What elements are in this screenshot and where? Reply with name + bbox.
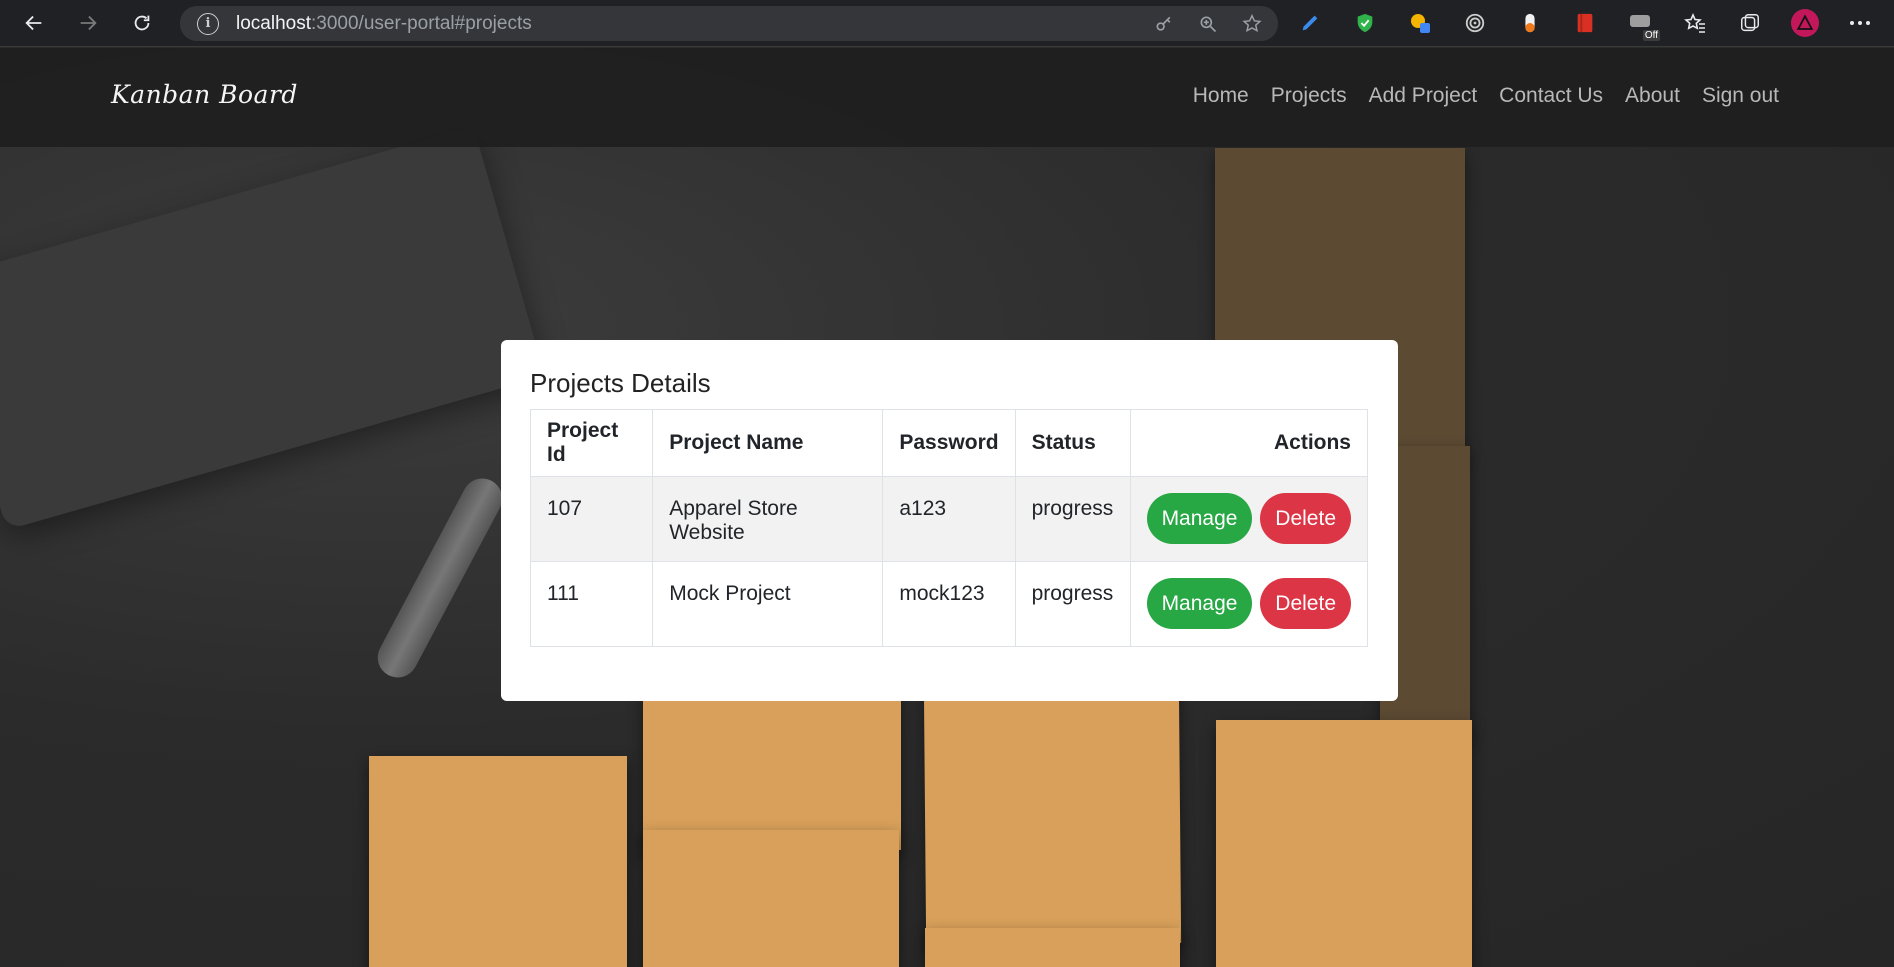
page-viewport: Kanban Board Home Projects Add Project C… (0, 48, 1894, 967)
add-favorite-icon[interactable] (1240, 12, 1264, 36)
site-navbar: Kanban Board Home Projects Add Project C… (0, 48, 1894, 147)
cell-status: progress (1014, 561, 1131, 647)
sticky-note (643, 686, 901, 850)
column-header-project-name: Project Name (652, 409, 884, 477)
back-icon[interactable] (16, 5, 52, 41)
key-icon[interactable] (1152, 12, 1176, 36)
sticky-note (923, 678, 1182, 946)
sticky-note (925, 928, 1180, 967)
nav-link-sign-out[interactable]: Sign out (1702, 84, 1779, 108)
toggle-off-extension-icon[interactable]: Off (1626, 9, 1660, 41)
nav-link-home[interactable]: Home (1193, 84, 1249, 108)
extension-off-badge: Off (1642, 30, 1660, 41)
nav-link-projects[interactable]: Projects (1271, 84, 1347, 108)
address-bar[interactable]: i localhost:3000/user-portal#projects (180, 6, 1278, 41)
browser-toolbar: i localhost:3000/user-portal#projects Of… (0, 0, 1894, 47)
projects-card: Projects Details Project Id Project Name… (501, 340, 1398, 701)
cell-actions: Manage Delete (1129, 561, 1369, 647)
column-header-password: Password (882, 409, 1016, 477)
capsule-extension-icon[interactable] (1516, 9, 1544, 37)
cell-password: a123 (882, 476, 1016, 562)
url-text: localhost:3000/user-portal#projects (236, 12, 532, 34)
manage-button[interactable]: Manage (1146, 493, 1253, 544)
site-info-icon[interactable]: i (197, 12, 219, 35)
cell-project-id: 111 (529, 561, 654, 647)
keyboard-background-image (0, 125, 545, 531)
column-header-actions: Actions (1129, 409, 1369, 477)
table-row: 111 Mock Project mock123 progress Manage… (529, 561, 1369, 647)
reload-icon[interactable] (124, 5, 160, 41)
profile-avatar-icon[interactable] (1791, 9, 1819, 37)
delete-button[interactable]: Delete (1260, 578, 1351, 629)
table-row: 107 Apparel Store Website a123 progress … (529, 476, 1369, 562)
nav-link-contact-us[interactable]: Contact Us (1499, 84, 1603, 108)
projects-table: Project Id Project Name Password Status … (529, 409, 1369, 647)
column-header-status: Status (1014, 409, 1131, 477)
cell-project-name: Mock Project (652, 561, 884, 647)
card-title: Projects Details (530, 368, 711, 398)
cell-status: progress (1014, 476, 1131, 562)
nav-links: Home Projects Add Project Contact Us Abo… (1193, 84, 1779, 108)
delete-button[interactable]: Delete (1260, 493, 1351, 544)
sticky-note (643, 830, 899, 967)
cell-actions: Manage Delete (1129, 476, 1369, 562)
more-options-icon[interactable] (1846, 9, 1874, 37)
cell-project-name: Apparel Store Website (652, 476, 884, 562)
manage-button[interactable]: Manage (1146, 578, 1253, 629)
column-header-project-id: Project Id (529, 409, 654, 477)
zoom-icon[interactable] (1196, 12, 1220, 36)
book-extension-icon[interactable] (1571, 9, 1599, 37)
nav-link-about[interactable]: About (1625, 84, 1680, 108)
cell-password: mock123 (882, 561, 1016, 647)
target-extension-icon[interactable] (1461, 9, 1489, 37)
cell-project-id: 107 (529, 476, 654, 562)
pen-extension-icon[interactable] (1296, 9, 1324, 37)
pen-background-image (370, 471, 510, 685)
table-header-row: Project Id Project Name Password Status … (529, 409, 1369, 477)
color-picker-extension-icon[interactable] (1406, 9, 1434, 37)
sticky-note (369, 756, 627, 967)
brand-logo[interactable]: Kanban Board (111, 80, 298, 109)
nav-link-add-project[interactable]: Add Project (1369, 84, 1478, 108)
sticky-note (1216, 720, 1472, 967)
collections-icon[interactable] (1736, 9, 1764, 37)
favorites-icon[interactable] (1681, 9, 1709, 37)
forward-icon[interactable] (70, 5, 106, 41)
shield-extension-icon[interactable] (1351, 9, 1379, 37)
